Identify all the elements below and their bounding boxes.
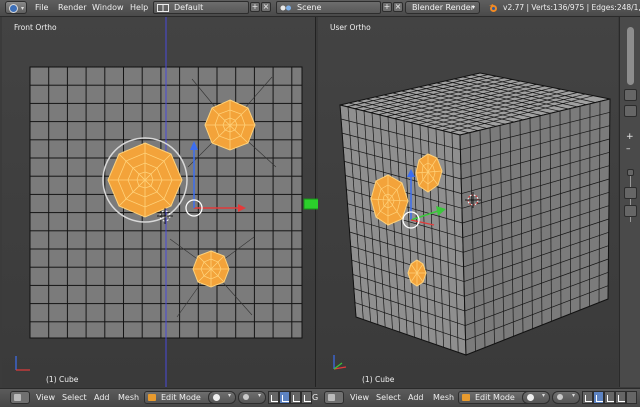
manipulator-toggle[interactable] [268,391,279,404]
menu-mesh[interactable]: Mesh [433,393,454,402]
layout-icon [157,4,169,12]
remove-layout-button[interactable]: × [261,2,271,12]
chevron-down-icon: ▾ [541,392,545,399]
mode-dropdown[interactable]: Edit Mode ▾ [144,391,216,404]
menu-view[interactable]: View [36,393,55,402]
translate-icon [282,395,289,402]
editor-type-button[interactable]: ▾ [5,1,27,14]
axis-gizmo-icon [333,355,347,370]
remove-scene-button[interactable]: × [393,2,403,12]
pivot-point-dropdown[interactable]: ▾ [552,391,580,404]
add-scene-button[interactable]: + [382,2,392,12]
scene-field[interactable]: Scene [276,1,381,14]
editor-type-button[interactable] [10,391,30,404]
menu-help[interactable]: Help [130,3,148,12]
rotate-icon [293,395,300,402]
chevron-down-icon: ▾ [227,392,231,399]
properties-toggle-button[interactable] [624,89,637,101]
scene-value: Scene [297,3,322,12]
viewport-header-right: View Select Add Mesh Edit Mode ▾ ▾ ▾ [318,388,640,407]
viewport-header-left: View Select Add Mesh Edit Mode ▾ ▾ ▾ G [0,388,318,407]
viewport-title: Front Ortho [14,23,57,32]
viewport-shading-dropdown[interactable]: ▾ [522,391,550,404]
active-object-label: (1) Cube [362,375,395,384]
editor-type-icon [9,4,18,13]
3d-view-icon [328,394,335,401]
chevron-down-icon: ▾ [471,4,475,11]
pivot-point-icon [243,394,249,400]
viewport-shading-icon [213,394,220,401]
extra-header-button[interactable] [626,391,637,404]
zoom-slider-handle[interactable] [627,169,634,176]
manipulator-icon [271,395,278,402]
render-engine-dropdown[interactable]: Blender Render ▾ [405,1,480,14]
user-ortho-scene [339,72,611,356]
selected-octagon-lower [407,259,427,287]
screen-layout-value: Default [174,3,204,12]
chevron-down-icon: ▾ [20,5,24,12]
menu-select[interactable]: Select [376,393,401,402]
viewport-shading-icon [527,394,534,401]
rotate-icon [607,395,614,402]
properties-region-strip: + – [619,17,640,387]
mode-dropdown[interactable]: Edit Mode ▾ [458,391,530,404]
axis-gizmo-icon [15,356,30,371]
mode-value: Edit Mode [161,393,201,402]
chevron-down-icon: ▾ [571,392,575,399]
info-header: ▾ File Render Window Help Default + × Sc… [0,0,640,17]
pivot-point-icon [557,394,563,400]
editor-type-button[interactable] [324,391,344,404]
camera-view-button[interactable] [624,205,637,217]
scene-icon [280,5,291,11]
menu-render[interactable]: Render [58,3,86,12]
viewport-title: User Ortho [330,23,371,32]
menu-add[interactable]: Add [94,393,110,402]
scale-manipulator-button[interactable] [301,391,312,404]
translate-manipulator-button[interactable] [279,391,290,404]
manipulator-icon [585,395,592,402]
scale-manipulator-button[interactable] [615,391,626,404]
menu-add[interactable]: Add [408,393,424,402]
scene-stats: v2.77 | Verts:136/975 | Edges:248/1,940 [503,3,640,12]
add-layout-button[interactable]: + [250,2,260,12]
front-ortho-scene [29,17,303,387]
render-engine-value: Blender Render [412,3,475,12]
edit-mode-icon [462,394,470,401]
menu-window[interactable]: Window [92,3,124,12]
screen-layout-field[interactable]: Default [153,1,249,14]
scale-icon [618,395,625,402]
view-lock-button[interactable] [624,187,637,199]
rotate-manipulator-button[interactable] [604,391,615,404]
menu-view[interactable]: View [350,393,369,402]
scale-icon [304,395,311,402]
translate-icon [596,395,603,402]
selected-octagon-large [102,137,188,223]
viewport-user-ortho[interactable]: User Ortho (1) Cube [318,17,618,387]
viewport-shading-dropdown[interactable]: ▾ [208,391,236,404]
edit-mode-icon [148,394,156,401]
menu-file[interactable]: File [35,3,48,12]
pivot-point-dropdown[interactable]: ▾ [238,391,266,404]
rotate-manipulator-button[interactable] [290,391,301,404]
blender-logo-icon [489,4,497,12]
tool-shelf-toggle-button[interactable] [624,105,637,117]
3d-view-icon [14,394,21,401]
zoom-out-icon[interactable]: – [626,145,631,154]
mode-value: Edit Mode [475,393,515,402]
viewport-front-ortho[interactable]: Front Ortho (1) Cube [2,17,316,387]
active-object-label: (1) Cube [46,375,79,384]
menu-select[interactable]: Select [62,393,87,402]
menu-mesh[interactable]: Mesh [118,393,139,402]
translate-manipulator-button[interactable] [593,391,604,404]
chevron-down-icon: ▾ [257,392,261,399]
zoom-in-icon[interactable]: + [626,133,634,142]
scrollbar[interactable] [627,27,634,85]
manipulator-toggle[interactable] [582,391,593,404]
